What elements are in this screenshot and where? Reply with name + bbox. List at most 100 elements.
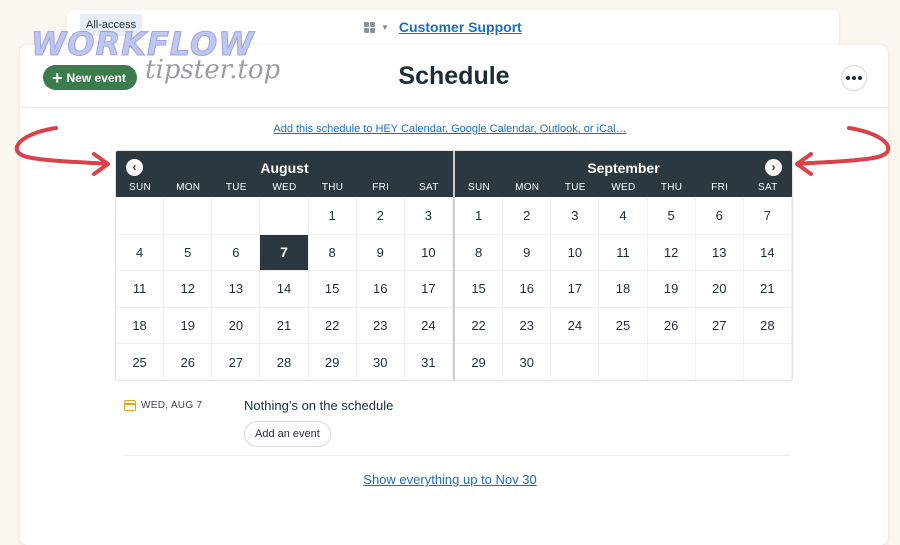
weekday-label: FRI xyxy=(372,182,390,193)
weekday-label: MON xyxy=(176,182,201,193)
calendar-day[interactable]: 6 xyxy=(695,198,744,235)
month-september: September › SUN MON TUE WED THU FRI SAT … xyxy=(455,151,792,380)
calendar-day[interactable]: 9 xyxy=(356,234,405,272)
calendar-day[interactable]: 15 xyxy=(455,271,504,308)
calendar-day[interactable]: 12 xyxy=(164,271,213,308)
month-name: August xyxy=(260,160,309,176)
calendar-day[interactable]: 12 xyxy=(647,234,696,272)
event-date-label: WED, AUG 7 xyxy=(141,400,203,411)
calendar-day[interactable]: 11 xyxy=(599,234,648,272)
calendar-day[interactable]: 20 xyxy=(695,271,744,308)
calendar-blank-cell xyxy=(260,198,309,235)
calendar-day[interactable]: 16 xyxy=(503,271,552,308)
calendar-day[interactable]: 18 xyxy=(599,271,648,308)
calendar-day[interactable]: 27 xyxy=(212,344,261,380)
subscribe-calendar-link[interactable]: Add this schedule to HEY Calendar, Googl… xyxy=(0,123,900,135)
calendar-day[interactable]: 9 xyxy=(503,234,552,272)
calendar-blank-cell xyxy=(551,344,600,380)
weekday-label: MON xyxy=(515,182,540,193)
calendar-day[interactable]: 13 xyxy=(695,234,744,272)
calendar-day[interactable]: 18 xyxy=(116,307,165,345)
calendar-day-selected[interactable]: 7 xyxy=(260,234,309,272)
calendar-day[interactable]: 24 xyxy=(551,307,600,345)
calendar-day[interactable]: 30 xyxy=(503,344,552,380)
calendar-day[interactable]: 25 xyxy=(116,344,165,380)
weekday-row: SUN MON TUE WED THU FRI SAT xyxy=(455,182,792,193)
calendar-day[interactable]: 15 xyxy=(308,271,357,308)
calendar-day[interactable]: 23 xyxy=(356,307,405,345)
calendar-day[interactable]: 17 xyxy=(551,271,600,308)
calendar-day[interactable]: 10 xyxy=(551,234,600,272)
calendar-day[interactable]: 20 xyxy=(212,307,261,345)
project-link[interactable]: Customer Support xyxy=(399,19,522,35)
calendar-blank-cell xyxy=(212,198,261,235)
header-divider xyxy=(20,107,888,108)
weekday-label: FRI xyxy=(711,182,729,193)
weekday-label: THU xyxy=(321,182,344,193)
calendar-day[interactable]: 7 xyxy=(743,198,792,235)
calendar-day[interactable]: 26 xyxy=(647,307,696,345)
calendar-day[interactable]: 8 xyxy=(455,234,504,272)
calendar-day[interactable]: 27 xyxy=(695,307,744,345)
event-divider xyxy=(124,455,790,456)
month-august: ‹ August SUN MON TUE WED THU FRI SAT 123… xyxy=(116,151,453,380)
calendar-day[interactable]: 1 xyxy=(455,198,504,235)
grid-icon[interactable] xyxy=(364,21,375,33)
calendar-icon xyxy=(124,400,136,411)
calendar-day[interactable]: 4 xyxy=(116,234,165,272)
project-switcher[interactable]: ▼ Customer Support xyxy=(364,19,522,35)
calendar-day[interactable]: 2 xyxy=(356,198,405,235)
calendar-day[interactable]: 11 xyxy=(116,271,165,308)
calendar-day[interactable]: 14 xyxy=(260,271,309,308)
calendar-day[interactable]: 23 xyxy=(503,307,552,345)
empty-schedule-message: Nothing’s on the schedule xyxy=(244,398,394,413)
calendar-day[interactable]: 22 xyxy=(308,307,357,345)
calendar-day[interactable]: 28 xyxy=(743,307,792,345)
calendar-blank-cell xyxy=(116,198,165,235)
weekday-label: SUN xyxy=(129,182,152,193)
calendar-blank-cell xyxy=(164,198,213,235)
calendar-day[interactable]: 8 xyxy=(308,234,357,272)
calendar-day[interactable]: 31 xyxy=(404,344,453,380)
calendar-day[interactable]: 30 xyxy=(356,344,405,380)
add-event-button[interactable]: Add an event xyxy=(244,421,331,447)
weekday-label: TUE xyxy=(564,182,586,193)
calendar-day[interactable]: 6 xyxy=(212,234,261,272)
calendar-day[interactable]: 19 xyxy=(164,307,213,345)
calendar-day[interactable]: 1 xyxy=(308,198,357,235)
calendar-day[interactable]: 25 xyxy=(599,307,648,345)
calendar-day[interactable]: 10 xyxy=(404,234,453,272)
calendar-day[interactable]: 21 xyxy=(260,307,309,345)
chevron-down-icon[interactable]: ▼ xyxy=(381,23,389,32)
weekday-label: THU xyxy=(660,182,683,193)
calendar-day[interactable]: 29 xyxy=(308,344,357,380)
calendar-day[interactable]: 5 xyxy=(164,234,213,272)
weekday-label: WED xyxy=(611,182,636,193)
calendar-day[interactable]: 28 xyxy=(260,344,309,380)
weekday-label: SAT xyxy=(758,182,778,193)
calendar-day[interactable]: 19 xyxy=(647,271,696,308)
calendar-day[interactable]: 3 xyxy=(551,198,600,235)
chevron-right-icon[interactable]: › xyxy=(765,159,782,176)
page-title: Schedule xyxy=(398,62,510,90)
calendar-blank-cell xyxy=(599,344,648,380)
weekday-row: SUN MON TUE WED THU FRI SAT xyxy=(116,182,453,193)
show-everything-link[interactable]: Show everything up to Nov 30 xyxy=(0,472,900,487)
calendar-day[interactable]: 5 xyxy=(647,198,696,235)
calendar-day[interactable]: 4 xyxy=(599,198,648,235)
calendar-day[interactable]: 14 xyxy=(743,234,792,272)
calendar-day[interactable]: 24 xyxy=(404,307,453,345)
weekday-label: WED xyxy=(272,182,297,193)
more-options-button[interactable] xyxy=(841,65,867,91)
calendar-day[interactable]: 17 xyxy=(404,271,453,308)
calendar-day[interactable]: 21 xyxy=(743,271,792,308)
calendar-blank-cell xyxy=(647,344,696,380)
calendar-day[interactable]: 22 xyxy=(455,307,504,345)
calendar-day[interactable]: 2 xyxy=(503,198,552,235)
calendar-day[interactable]: 26 xyxy=(164,344,213,380)
calendar-day[interactable]: 29 xyxy=(455,344,504,380)
calendar-blank-cell xyxy=(743,344,792,380)
calendar-day[interactable]: 13 xyxy=(212,271,261,308)
calendar-day[interactable]: 16 xyxy=(356,271,405,308)
calendar-day[interactable]: 3 xyxy=(404,198,453,235)
